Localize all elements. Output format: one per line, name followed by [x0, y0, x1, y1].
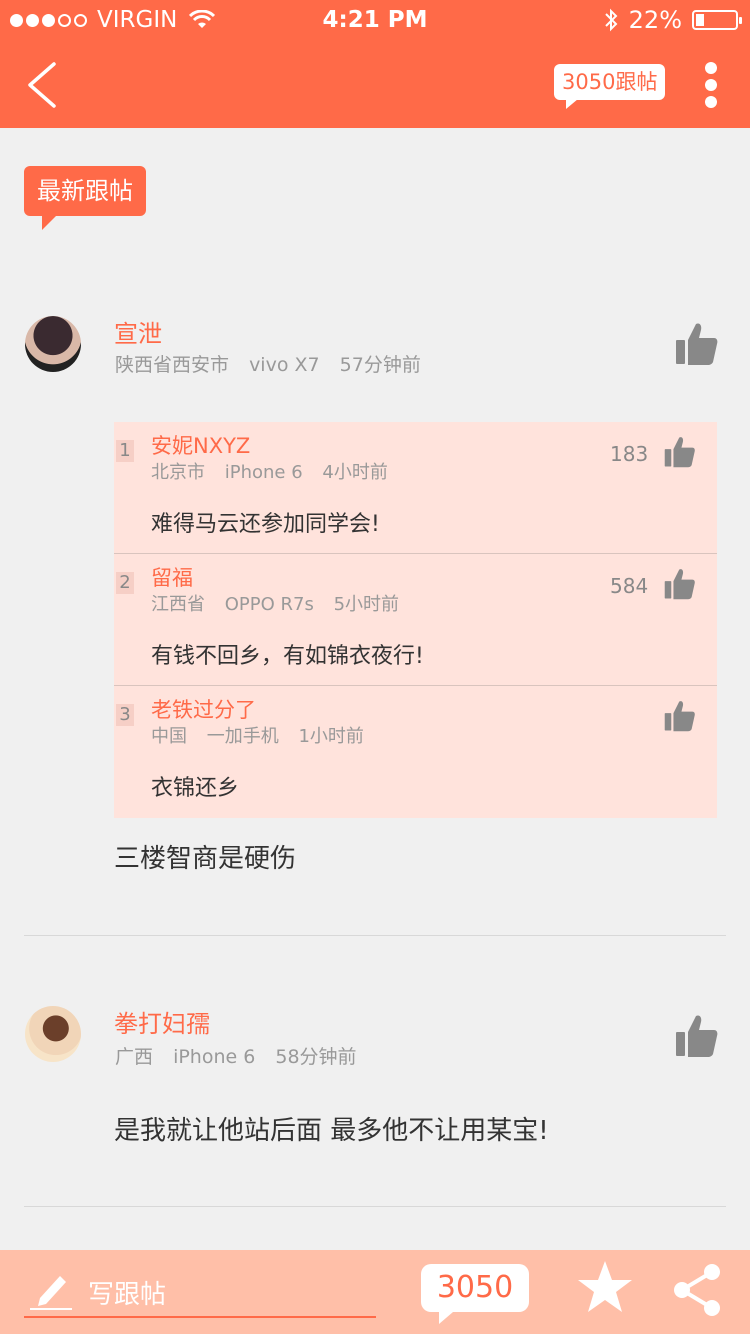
reply-text: 有钱不回乡，有如锦衣夜行! [151, 644, 424, 669]
post-author[interactable]: 拳打妇孺 [114, 1004, 210, 1039]
post-time: 58分钟前 [275, 1046, 357, 1068]
post-text: 三楼智商是硬伤 [114, 844, 297, 874]
thumbs-up-icon[interactable] [676, 322, 718, 366]
reply-text: 难得马云还参加同学会! [151, 512, 380, 537]
reply-text: 衣锦还乡 [151, 776, 240, 801]
more-dot [705, 96, 717, 108]
share-icon[interactable] [670, 1262, 724, 1318]
reply-time: 1小时前 [298, 726, 364, 747]
reply-device: OPPO R7s [224, 594, 314, 615]
avatar[interactable] [25, 1006, 81, 1062]
post-location: 广西 [115, 1046, 154, 1068]
more-button[interactable] [700, 62, 722, 108]
thumbs-up-icon[interactable] [664, 568, 696, 600]
reply-meta: 中国 一加手机 1小时前 [151, 722, 378, 748]
post-meta: 陕西省西安市 vivo X7 57分钟前 [115, 350, 435, 377]
divider [24, 935, 726, 936]
pen-icon [30, 1276, 72, 1310]
post-device: iPhone 6 [173, 1046, 256, 1068]
bluetooth-icon [604, 8, 618, 32]
post-author[interactable]: 宣泄 [114, 314, 162, 349]
reply-time: 4小时前 [322, 462, 388, 483]
post-text: 是我就让他站后面 最多他不让用某宝! [114, 1116, 549, 1146]
reply-floor-number: 3 [116, 704, 134, 726]
latest-replies-tag: 最新跟帖 [24, 166, 146, 230]
reply-device: 一加手机 [206, 726, 279, 747]
post-meta: 广西 iPhone 6 58分钟前 [115, 1042, 371, 1069]
reply-author[interactable]: 安妮NXYZ [151, 430, 250, 460]
comment-count-button[interactable]: 3050 [421, 1264, 529, 1324]
compose-label: 写跟帖 [88, 1280, 167, 1310]
status-bar: VIRGIN 4:21 PM 22% [0, 0, 750, 40]
compose-reply-input[interactable]: 写跟帖 [24, 1264, 376, 1318]
reply-time: 5小时前 [333, 594, 400, 615]
reply-item[interactable]: 2 留福 江西省 OPPO R7s 5小时前 584 有钱不回乡，有如锦衣夜行! [114, 554, 717, 686]
status-right: 22% [603, 0, 742, 40]
divider [24, 1206, 726, 1207]
reply-floor-number: 1 [116, 440, 134, 462]
thumbs-up-icon[interactable] [664, 700, 696, 732]
reply-location: 中国 [151, 726, 187, 747]
reply-meta: 江西省 OPPO R7s 5小时前 [151, 590, 413, 616]
battery-level [696, 14, 704, 26]
battery-percent: 22% [628, 6, 682, 34]
reply-author[interactable]: 老铁过分了 [151, 694, 256, 724]
thumbs-up-icon[interactable] [676, 1014, 718, 1058]
bottom-bar: 写跟帖 3050 [0, 1250, 750, 1334]
reply-author[interactable]: 留福 [151, 562, 193, 592]
post-device: vivo X7 [249, 354, 320, 376]
reply-floor-number: 2 [116, 572, 134, 594]
battery-icon [692, 10, 742, 30]
reply-location: 江西省 [151, 594, 205, 615]
reply-device: iPhone 6 [224, 462, 303, 483]
reply-count-button[interactable]: 3050跟帖 [554, 64, 666, 109]
reply-like-count: 183 [610, 442, 649, 466]
reply-item[interactable]: 1 安妮NXYZ 北京市 iPhone 6 4小时前 183 难得马云还参加同学… [114, 422, 717, 554]
more-dot [705, 62, 717, 74]
app-header: VIRGIN 4:21 PM 22% 3050跟帖 [0, 0, 750, 128]
back-button[interactable] [22, 60, 62, 110]
quoted-replies: 1 安妮NXYZ 北京市 iPhone 6 4小时前 183 难得马云还参加同学… [114, 422, 717, 818]
reply-meta: 北京市 iPhone 6 4小时前 [151, 458, 402, 484]
reply-item[interactable]: 3 老铁过分了 中国 一加手机 1小时前 衣锦还乡 [114, 686, 717, 818]
reply-location: 北京市 [151, 462, 205, 483]
more-dot [705, 79, 717, 91]
thumbs-up-icon[interactable] [664, 436, 696, 468]
reply-like-count: 584 [610, 574, 649, 598]
avatar[interactable] [25, 316, 81, 372]
post-location: 陕西省西安市 [115, 354, 230, 376]
post-time: 57分钟前 [339, 354, 421, 376]
star-icon[interactable] [575, 1258, 635, 1318]
